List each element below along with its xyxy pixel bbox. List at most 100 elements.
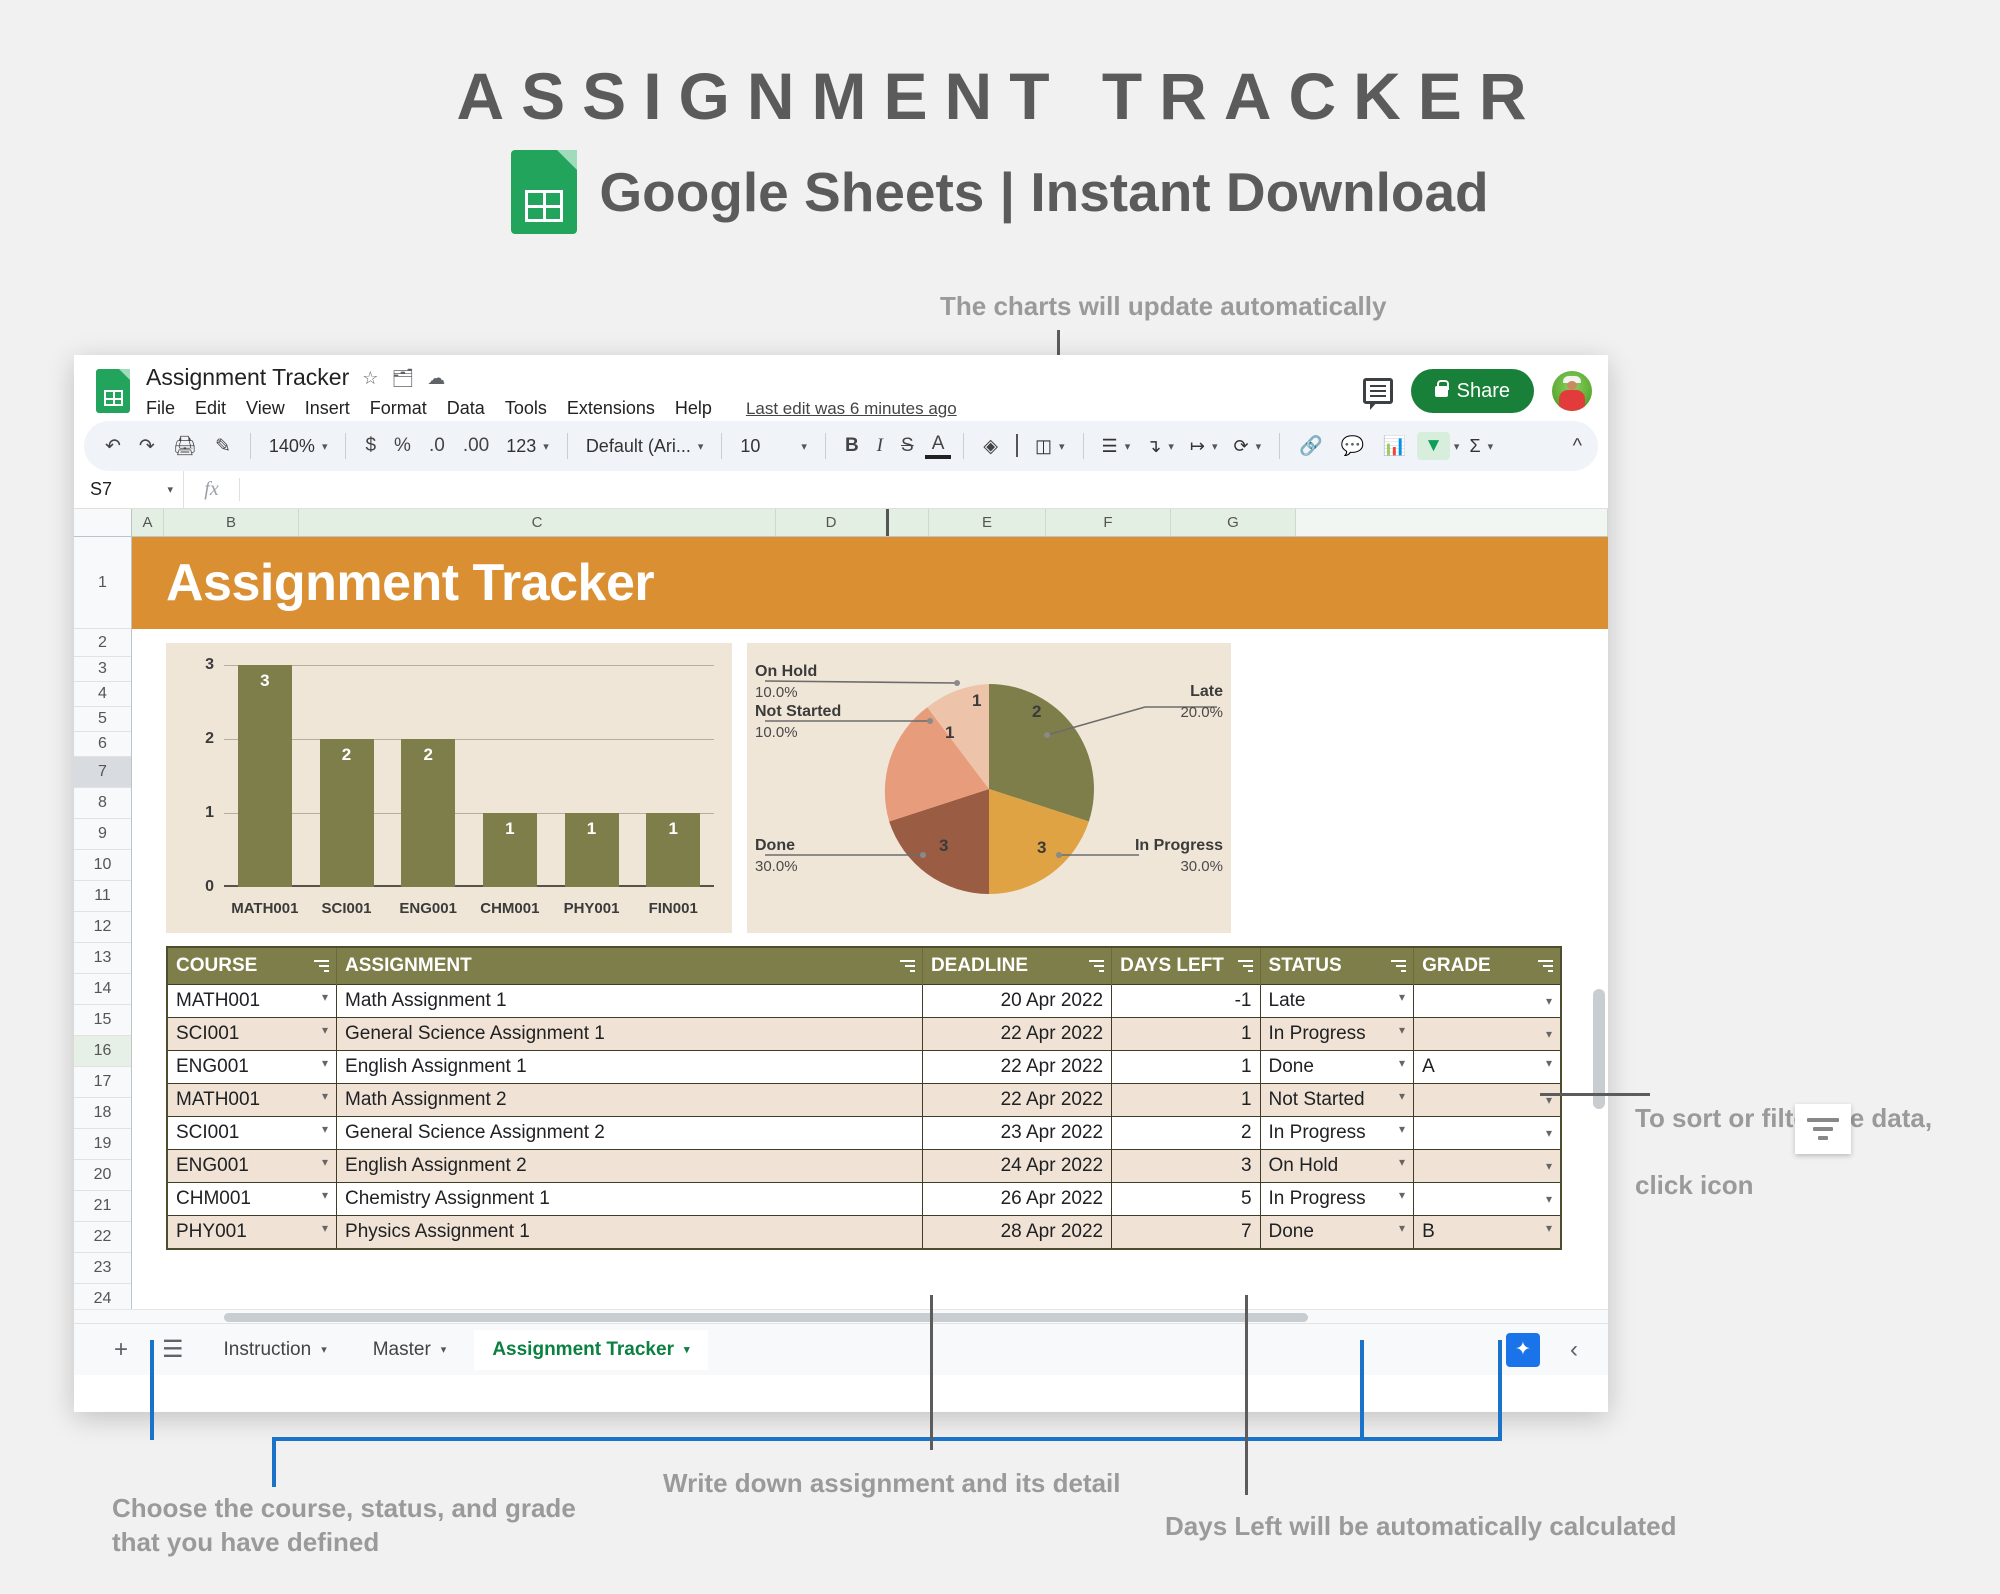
vertical-align-icon[interactable]: ↴ ▾	[1140, 436, 1180, 457]
row-header[interactable]: 13	[74, 943, 131, 974]
borders-icon[interactable]	[1009, 434, 1025, 457]
menu-insert[interactable]: Insert	[305, 398, 350, 419]
more-formats-selector[interactable]: 123 ▾	[500, 436, 555, 457]
cell-status[interactable]: In Progress ▾	[1259, 1116, 1415, 1150]
cell-course[interactable]: SCI001 ▾	[166, 1116, 338, 1150]
row-header[interactable]: 23	[74, 1253, 131, 1284]
bar[interactable]: 3	[237, 665, 292, 887]
row-header[interactable]: 2	[74, 629, 131, 657]
cell-deadline[interactable]: 24 Apr 2022	[921, 1149, 1113, 1183]
row-header[interactable]: 6	[74, 732, 131, 757]
table-row[interactable]: PHY001 ▾ Physics Assignment 1 28 Apr 2022…	[166, 1215, 1562, 1250]
star-icon[interactable]: ☆	[362, 369, 378, 387]
row-header[interactable]: 1	[74, 537, 131, 629]
all-sheets-icon[interactable]: ☰	[150, 1335, 196, 1364]
collapse-toolbar-icon[interactable]: ^	[1573, 435, 1582, 458]
row-header[interactable]: 22	[74, 1222, 131, 1253]
column-header-f[interactable]: F	[1046, 509, 1171, 536]
bar[interactable]: 1	[646, 813, 701, 887]
table-row[interactable]: SCI001 ▾ General Science Assignment 1 22 …	[166, 1017, 1562, 1051]
cloud-saved-icon[interactable]: ☁	[427, 369, 445, 387]
functions-icon[interactable]: Σ ▾	[1463, 436, 1499, 457]
menu-edit[interactable]: Edit	[195, 398, 226, 419]
text-color-button[interactable]: A	[924, 433, 952, 459]
cell-deadline[interactable]: 20 Apr 2022	[921, 984, 1113, 1018]
table-header-deadline[interactable]: DEADLINE	[922, 947, 1113, 985]
table-row[interactable]: ENG001 ▾ English Assignment 2 24 Apr 2022…	[166, 1149, 1562, 1183]
cell-course[interactable]: MATH001 ▾	[166, 1083, 338, 1117]
row-header-selected[interactable]: 7	[74, 757, 131, 788]
cell-deadline[interactable]: 26 Apr 2022	[921, 1182, 1113, 1216]
explore-icon[interactable]: ✦	[1506, 1332, 1540, 1367]
bar[interactable]: 1	[482, 813, 537, 887]
row-header[interactable]: 17	[74, 1067, 131, 1098]
cell-status[interactable]: On Hold ▾	[1259, 1149, 1415, 1183]
fill-color-icon[interactable]: ◈	[976, 435, 1005, 458]
cell-course[interactable]: ENG001 ▾	[166, 1149, 338, 1183]
menu-tools[interactable]: Tools	[505, 398, 547, 419]
cell-status[interactable]: In Progress ▾	[1259, 1017, 1415, 1051]
font-size-selector[interactable]: 10 ▾	[734, 436, 813, 457]
select-all-corner[interactable]	[74, 509, 132, 536]
row-header[interactable]: 15	[74, 1005, 131, 1036]
row-header[interactable]: 12	[74, 912, 131, 943]
table-row[interactable]: CHM001 ▾ Chemistry Assignment 1 26 Apr 20…	[166, 1182, 1562, 1216]
cell-assignment[interactable]: Math Assignment 1	[336, 984, 923, 1018]
insert-comment-icon[interactable]: 💬	[1334, 434, 1372, 458]
menu-help[interactable]: Help	[675, 398, 712, 419]
increase-decimal-button[interactable]: .00	[456, 435, 496, 457]
cell-course[interactable]: PHY001 ▾	[166, 1215, 338, 1250]
row-header[interactable]: 10	[74, 850, 131, 881]
column-header-b[interactable]: B	[164, 509, 299, 536]
insert-chart-icon[interactable]: 📊	[1375, 434, 1413, 458]
menu-file[interactable]: File	[146, 398, 175, 419]
cell-status[interactable]: Not Started ▾	[1259, 1083, 1415, 1117]
last-edit-status[interactable]: Last edit was 6 minutes ago	[746, 399, 957, 419]
table-header-days-left[interactable]: DAYS LEFT	[1111, 947, 1261, 985]
cell-status[interactable]: Done ▾	[1259, 1050, 1415, 1084]
table-header-status[interactable]: STATUS	[1260, 947, 1415, 985]
sheet-tab-master[interactable]: Master ▾	[355, 1330, 465, 1370]
cell-deadline[interactable]: 22 Apr 2022	[921, 1083, 1113, 1117]
cell-assignment[interactable]: Physics Assignment 1	[336, 1215, 923, 1250]
row-header[interactable]: 18	[74, 1098, 131, 1129]
column-header-g[interactable]: G	[1171, 509, 1296, 536]
percent-format-button[interactable]: %	[387, 435, 418, 457]
cell-status[interactable]: Late ▾	[1259, 984, 1415, 1018]
bar[interactable]: 2	[401, 739, 456, 887]
bar[interactable]: 1	[564, 813, 619, 887]
sheet-tab-instruction[interactable]: Instruction ▾	[206, 1330, 345, 1370]
bar-chart[interactable]: 3 2 1 0 3 2 2 1 1 1 MATH001 SCI001 ENG00…	[166, 643, 732, 933]
cell-assignment[interactable]: English Assignment 2	[336, 1149, 923, 1183]
row-header[interactable]: 21	[74, 1191, 131, 1222]
table-row[interactable]: SCI001 ▾ General Science Assignment 2 23 …	[166, 1116, 1562, 1150]
row-header[interactable]: 11	[74, 881, 131, 912]
table-header-course[interactable]: COURSE	[167, 947, 338, 985]
font-family-selector[interactable]: Default (Ari... ▾	[580, 436, 710, 457]
cell-grade[interactable]: A ▾	[1413, 1050, 1562, 1084]
column-header-e[interactable]: E	[929, 509, 1046, 536]
sheets-app-icon[interactable]	[96, 369, 130, 413]
currency-format-button[interactable]: $	[358, 435, 383, 457]
cell-grade[interactable]: ▾	[1413, 1017, 1562, 1051]
document-title[interactable]: Assignment Tracker	[146, 364, 349, 391]
print-icon[interactable]: 🖨	[166, 434, 204, 458]
table-row[interactable]: MATH001 ▾ Math Assignment 1 20 Apr 2022 -…	[166, 984, 1562, 1018]
cell-assignment[interactable]: General Science Assignment 1	[336, 1017, 923, 1051]
sheet-tab-assignment-tracker[interactable]: Assignment Tracker ▾	[474, 1329, 708, 1370]
cell-grade[interactable]: ▾	[1413, 984, 1562, 1018]
cell-grade[interactable]: B ▾	[1413, 1215, 1562, 1250]
cell-deadline[interactable]: 23 Apr 2022	[921, 1116, 1113, 1150]
cell-deadline[interactable]: 28 Apr 2022	[921, 1215, 1113, 1250]
horizontal-scrollbar[interactable]	[74, 1309, 1608, 1323]
zoom-selector[interactable]: 140% ▾	[263, 436, 334, 457]
bold-button[interactable]: B	[838, 435, 866, 457]
row-header[interactable]: 9	[74, 819, 131, 850]
strikethrough-button[interactable]: S	[894, 435, 921, 457]
cell-grade[interactable]: ▾	[1413, 1083, 1562, 1117]
text-wrapping-icon[interactable]: ↦ ▾	[1184, 436, 1224, 457]
italic-button[interactable]: I	[870, 435, 890, 457]
menu-extensions[interactable]: Extensions	[567, 398, 655, 419]
cell-status[interactable]: In Progress ▾	[1259, 1182, 1415, 1216]
column-header-c[interactable]: C	[299, 509, 776, 536]
